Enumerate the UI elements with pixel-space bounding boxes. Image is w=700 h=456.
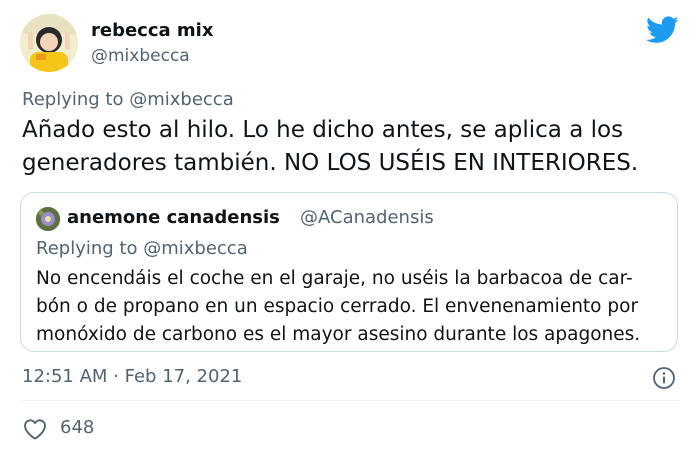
- quoted-replying-to: Replying to @mixbecca: [36, 238, 248, 259]
- replying-prefix: Replying to: [22, 89, 124, 110]
- like-count: 648: [60, 417, 95, 438]
- replying-mention-link[interactable]: @mixbecca: [129, 89, 234, 110]
- avatar[interactable]: [20, 14, 78, 72]
- flower-avatar-icon: [36, 207, 60, 231]
- timestamp-link[interactable]: 12:51 AM · Feb 17, 2021: [22, 366, 242, 387]
- quoted-text-line: No encendáis el coche en el garaje, no u…: [36, 268, 633, 289]
- author-handle[interactable]: @mixbecca: [91, 46, 190, 66]
- info-icon[interactable]: [652, 366, 676, 390]
- profile-avatar-icon: [20, 14, 78, 72]
- divider: [20, 400, 680, 401]
- quoted-avatar[interactable]: [36, 207, 60, 231]
- quoted-author-handle[interactable]: @ACanadensis: [300, 207, 434, 228]
- tweet-card: rebecca mix @mixbecca Replying to @mixbe…: [0, 0, 700, 456]
- quoted-tweet[interactable]: anemone canadensis @ACanadensis Replying…: [20, 192, 678, 352]
- quoted-replying-prefix: Replying to: [36, 238, 138, 259]
- quoted-text-line: bón o de propano en un espacio cerrado. …: [36, 296, 639, 317]
- quoted-tweet-text: No encendáis el coche en el garaje, no u…: [36, 265, 666, 349]
- author-name[interactable]: rebecca mix: [91, 20, 213, 41]
- twitter-bird-icon[interactable]: [646, 16, 679, 44]
- heart-icon[interactable]: [22, 417, 48, 441]
- quoted-author-name[interactable]: anemone canadensis: [67, 207, 280, 228]
- quoted-text-line: monóxido de carbono es el mayor asesino …: [36, 324, 641, 345]
- replying-to: Replying to @mixbecca: [22, 89, 234, 110]
- quoted-replying-mention-link[interactable]: @mixbecca: [143, 238, 248, 259]
- tweet-text: Añado esto al hilo. Lo he dicho antes, s…: [22, 117, 639, 176]
